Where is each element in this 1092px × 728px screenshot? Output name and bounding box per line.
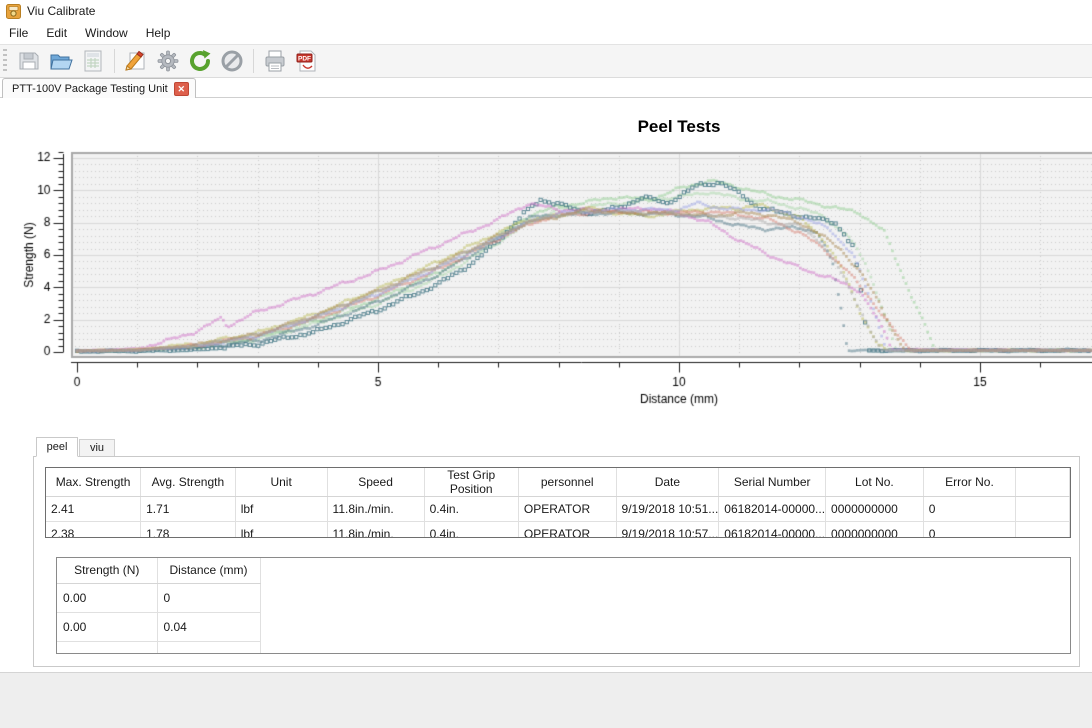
results-panel: Max. StrengthAvg. StrengthUnitSpeedTest … — [33, 456, 1080, 667]
table-cell: 0.00 — [57, 583, 157, 612]
column-header[interactable]: personnel — [518, 468, 616, 497]
pencil-icon — [124, 49, 148, 73]
save-button[interactable] — [15, 47, 43, 75]
table-cell: 0.4in. — [424, 497, 518, 522]
column-header[interactable]: Avg. Strength — [141, 468, 236, 497]
column-header[interactable]: Unit — [235, 468, 327, 497]
column-header[interactable]: Speed — [327, 468, 424, 497]
table-cell: 2.41 — [46, 497, 141, 522]
table-row[interactable]: 2.411.71lbf11.8in./min.0.4in.OPERATOR9/1… — [46, 497, 1070, 522]
table-cell: 0000000000 — [826, 497, 924, 522]
window-title: Viu Calibrate — [27, 4, 95, 18]
export-pdf-button[interactable]: PDF — [293, 47, 321, 75]
settings-button[interactable] — [154, 47, 182, 75]
detail-table: Strength (N)Distance (mm)0.0000.000.04 — [57, 558, 261, 654]
table-cell: OPERATOR — [518, 522, 616, 539]
table-cell: 0 — [923, 497, 1015, 522]
table-cell: 2.38 — [46, 522, 141, 539]
results-tab-viu[interactable]: viu — [79, 439, 115, 457]
table-cell: 06182014-00000... — [719, 522, 826, 539]
results-table-container[interactable]: Max. StrengthAvg. StrengthUnitSpeedTest … — [45, 467, 1071, 538]
results-table: Max. StrengthAvg. StrengthUnitSpeedTest … — [46, 468, 1070, 538]
column-header[interactable]: Error No. — [923, 468, 1015, 497]
menu-window[interactable]: Window — [76, 23, 137, 43]
cancel-button[interactable] — [218, 47, 246, 75]
document-tab[interactable]: PTT-100V Package Testing Unit ✕ — [2, 78, 196, 98]
table-cell: 0000000000 — [826, 522, 924, 539]
table-cell: lbf — [235, 497, 327, 522]
filler-cell — [1016, 522, 1070, 539]
column-header[interactable]: Max. Strength — [46, 468, 141, 497]
app-icon — [6, 4, 21, 19]
toolbar-separator — [114, 49, 115, 73]
filler-column — [1016, 468, 1070, 497]
table-header-row: Max. StrengthAvg. StrengthUnitSpeedTest … — [46, 468, 1070, 497]
menu-bar: File Edit Window Help — [0, 22, 1092, 44]
toolbar-grip[interactable] — [3, 49, 7, 73]
cancel-icon — [220, 49, 244, 73]
print-button[interactable] — [261, 47, 289, 75]
table-header-row: Strength (N)Distance (mm) — [57, 558, 260, 583]
table-cell: 0 — [157, 583, 260, 612]
table-cell: 1.71 — [141, 497, 236, 522]
table-cell: 0.00 — [57, 612, 157, 641]
table-row[interactable] — [57, 641, 260, 654]
title-bar: Viu Calibrate — [0, 0, 1092, 22]
table-cell: 0.04 — [157, 612, 260, 641]
table-cell: 0.4in. — [424, 522, 518, 539]
window-background — [0, 672, 1092, 728]
table-cell: 9/19/2018 10:51... — [616, 497, 719, 522]
open-button[interactable] — [47, 47, 75, 75]
table-cell: 06182014-00000... — [719, 497, 826, 522]
table-row[interactable]: 2.381.78lbf11.8in./min.0.4in.OPERATOR9/1… — [46, 522, 1070, 539]
edit-button[interactable] — [122, 47, 150, 75]
document-tab-strip: PTT-100V Package Testing Unit ✕ — [0, 78, 1092, 98]
column-header[interactable]: Test Grip Position — [424, 468, 518, 497]
filler-cell — [1016, 497, 1070, 522]
peel-tests-chart[interactable] — [0, 100, 1092, 415]
column-header[interactable]: Serial Number — [719, 468, 826, 497]
save-icon — [17, 49, 41, 73]
table-cell: 11.8in./min. — [327, 522, 424, 539]
table-cell: OPERATOR — [518, 497, 616, 522]
detail-table-container[interactable]: Strength (N)Distance (mm)0.0000.000.04 — [56, 557, 1071, 654]
gear-icon — [156, 49, 180, 73]
menu-help[interactable]: Help — [137, 23, 180, 43]
column-header[interactable]: Date — [616, 468, 719, 497]
table-row[interactable]: 0.000.04 — [57, 612, 260, 641]
table-row[interactable]: 0.000 — [57, 583, 260, 612]
column-header[interactable]: Strength (N) — [57, 558, 157, 583]
svg-text:PDF: PDF — [298, 55, 311, 62]
table-cell: 1.78 — [141, 522, 236, 539]
table-cell — [157, 641, 260, 654]
column-header[interactable]: Lot No. — [826, 468, 924, 497]
document-tab-label: PTT-100V Package Testing Unit — [12, 83, 168, 95]
column-header[interactable]: Distance (mm) — [157, 558, 260, 583]
open-folder-icon — [49, 49, 73, 73]
tab-close-icon[interactable]: ✕ — [174, 82, 189, 96]
report-icon — [81, 49, 105, 73]
refresh-button[interactable] — [186, 47, 214, 75]
table-cell: lbf — [235, 522, 327, 539]
results-tab-peel[interactable]: peel — [36, 437, 78, 457]
table-cell — [57, 641, 157, 654]
menu-edit[interactable]: Edit — [37, 23, 76, 43]
toolbar-separator — [253, 49, 254, 73]
printer-icon — [263, 49, 287, 73]
pdf-icon: PDF — [295, 49, 319, 73]
toolbar: PDF — [0, 44, 1092, 78]
table-cell: 9/19/2018 10:57... — [616, 522, 719, 539]
menu-file[interactable]: File — [0, 23, 37, 43]
table-cell: 11.8in./min. — [327, 497, 424, 522]
table-cell: 0 — [923, 522, 1015, 539]
report-button[interactable] — [79, 47, 107, 75]
refresh-icon — [188, 49, 212, 73]
